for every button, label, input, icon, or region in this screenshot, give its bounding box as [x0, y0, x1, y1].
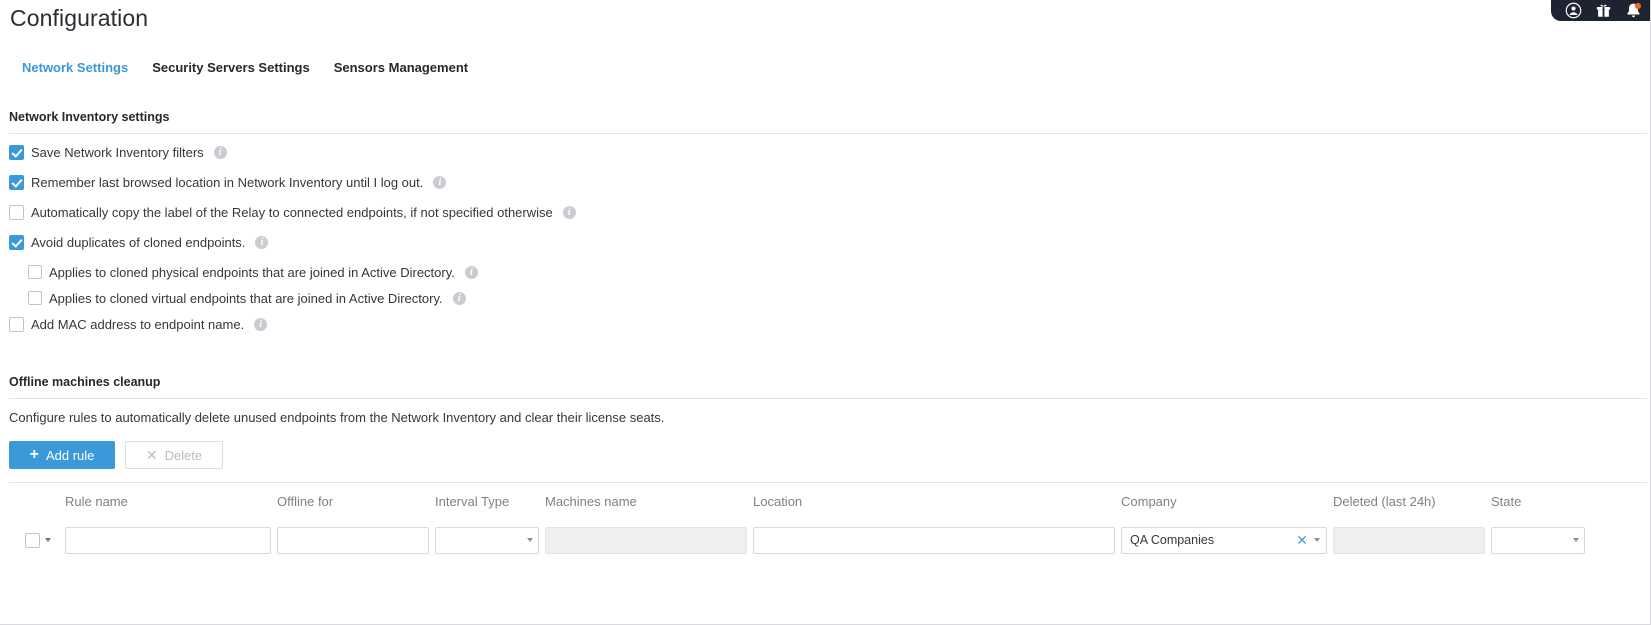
option-label: Add MAC address to endpoint name.: [31, 316, 245, 332]
tab-sensors-management[interactable]: Sensors Management: [322, 60, 480, 75]
checkbox-remember-location[interactable]: [9, 174, 24, 190]
section-divider: [9, 398, 1647, 399]
th-machines-name: Machines name: [545, 493, 637, 509]
th-rule-name: Rule name: [65, 493, 128, 509]
option-label: Avoid duplicates of cloned endpoints.: [31, 234, 246, 250]
option-cloned-virtual-ad[interactable]: Applies to cloned virtual endpoints that…: [28, 287, 576, 309]
info-icon[interactable]: i: [254, 317, 268, 331]
chevron-down-icon[interactable]: [45, 538, 51, 542]
option-label: Save Network Inventory filters: [31, 144, 204, 160]
option-copy-relay-label[interactable]: Automatically copy the label of the Rela…: [9, 201, 576, 223]
th-deleted-last-24h: Deleted (last 24h): [1333, 493, 1436, 509]
clear-x-icon[interactable]: ✕: [1296, 533, 1308, 547]
th-offline-for: Offline for: [277, 493, 334, 509]
info-icon[interactable]: i: [452, 291, 466, 305]
cell-rule-name: [59, 526, 271, 554]
option-add-mac-address[interactable]: Add MAC address to endpoint name. i: [9, 313, 576, 335]
rules-toolbar: + Add rule ✕ Delete: [9, 441, 223, 469]
top-icon-bar: [1551, 0, 1650, 21]
offline-cleanup-heading: Offline machines cleanup: [9, 375, 161, 389]
option-cloned-physical-ad[interactable]: Applies to cloned physical endpoints tha…: [28, 261, 576, 283]
table-row: QA Companies ✕: [9, 519, 1647, 561]
tab-security-servers-settings[interactable]: Security Servers Settings: [140, 60, 322, 75]
network-inventory-section: Network Inventory settings: [9, 110, 1647, 134]
info-icon[interactable]: i: [213, 145, 227, 159]
plus-icon: +: [29, 445, 39, 463]
notifications-bell-icon[interactable]: [1625, 2, 1642, 19]
cell-deleted-last-24h: [1327, 526, 1485, 554]
table-header-row: Rule name Offline for Interval Type Mach…: [9, 483, 1647, 519]
network-inventory-heading: Network Inventory settings: [9, 110, 170, 124]
info-icon[interactable]: i: [562, 205, 576, 219]
checkbox-cloned-physical-ad[interactable]: [28, 265, 42, 279]
option-label: Remember last browsed location in Networ…: [31, 174, 424, 190]
rule-name-input[interactable]: [65, 526, 271, 554]
settings-tabs: Network Settings Security Servers Settin…: [18, 60, 480, 75]
offline-for-input[interactable]: [277, 526, 429, 554]
info-icon[interactable]: i: [255, 235, 269, 249]
state-select[interactable]: [1491, 526, 1585, 554]
interval-type-select[interactable]: [435, 526, 539, 554]
configuration-page: Configuration Network Settings Security …: [0, 0, 1651, 625]
company-value: QA Companies: [1130, 533, 1215, 547]
checkbox-save-filters[interactable]: [9, 144, 24, 160]
th-state: State: [1491, 493, 1522, 509]
checkbox-avoid-duplicates[interactable]: [9, 234, 24, 250]
th-interval-type: Interval Type: [435, 493, 510, 509]
info-icon[interactable]: i: [464, 265, 478, 279]
deleted-last-24h-input: [1333, 526, 1485, 554]
location-input[interactable]: [753, 526, 1115, 554]
cell-state: [1485, 526, 1585, 554]
machines-name-input[interactable]: [545, 526, 747, 554]
account-icon[interactable]: [1565, 2, 1582, 19]
add-rule-button[interactable]: + Add rule: [9, 441, 115, 469]
info-icon[interactable]: i: [433, 175, 447, 189]
option-label: Applies to cloned virtual endpoints that…: [49, 290, 443, 306]
cell-company: QA Companies ✕: [1115, 526, 1327, 554]
option-remember-location[interactable]: Remember last browsed location in Networ…: [9, 171, 576, 193]
cell-machines-name: [539, 526, 747, 554]
checkbox-add-mac-address[interactable]: [9, 316, 24, 332]
rules-table: Rule name Offline for Interval Type Mach…: [9, 482, 1647, 561]
page-title: Configuration: [10, 5, 149, 31]
company-select[interactable]: QA Companies ✕: [1121, 526, 1327, 554]
network-inventory-options: Save Network Inventory filters i Remembe…: [9, 141, 576, 335]
gift-icon[interactable]: [1595, 2, 1612, 19]
section-divider: [9, 133, 1647, 134]
cell-offline-for: [271, 526, 429, 554]
add-rule-label: Add rule: [45, 447, 95, 463]
cell-location: [747, 526, 1115, 554]
row-checkbox[interactable]: [25, 532, 40, 548]
offline-cleanup-section: Offline machines cleanup: [9, 375, 1647, 399]
option-label: Applies to cloned physical endpoints tha…: [49, 264, 455, 280]
th-company: Company: [1121, 493, 1177, 509]
option-save-filters[interactable]: Save Network Inventory filters i: [9, 141, 576, 163]
th-location: Location: [753, 493, 803, 509]
offline-cleanup-description: Configure rules to automatically delete …: [9, 410, 665, 425]
x-icon: ✕: [145, 447, 158, 463]
cell-interval-type: [429, 526, 539, 554]
option-avoid-duplicates[interactable]: Avoid duplicates of cloned endpoints. i: [9, 231, 576, 253]
chevron-down-icon: [1314, 538, 1320, 542]
checkbox-cloned-virtual-ad[interactable]: [28, 291, 42, 305]
checkbox-copy-relay-label[interactable]: [9, 204, 24, 220]
option-label: Automatically copy the label of the Rela…: [31, 204, 553, 220]
delete-label: Delete: [164, 447, 203, 463]
tab-network-settings[interactable]: Network Settings: [18, 60, 140, 75]
row-select-cell: [9, 532, 59, 548]
delete-button[interactable]: ✕ Delete: [125, 441, 223, 469]
